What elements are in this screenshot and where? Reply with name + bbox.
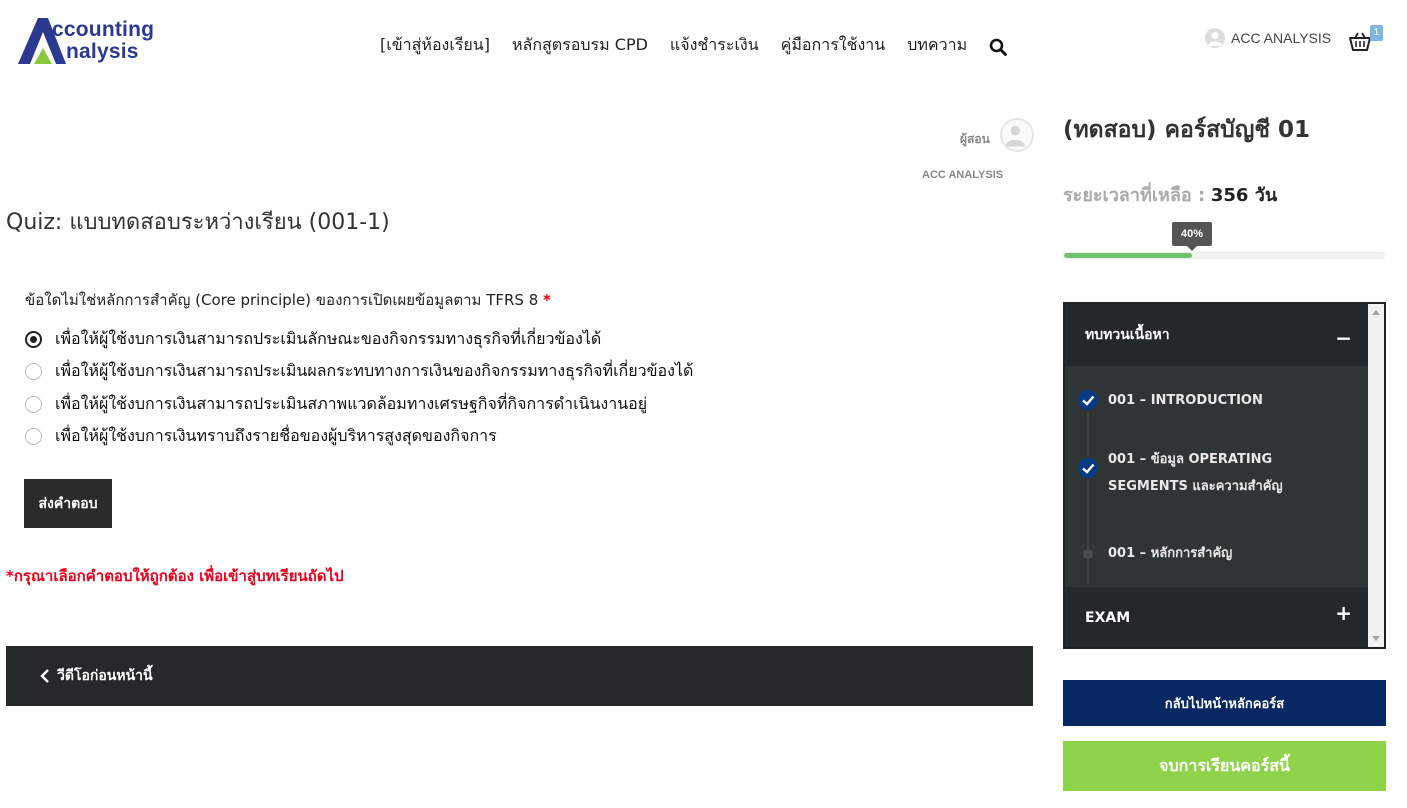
question-label: ข้อใดไม่ใช่หลักการสำคัญ (Core principle)… — [25, 291, 539, 309]
user-menu[interactable]: ACC ANALYSIS — [1205, 28, 1331, 48]
answer-option-3[interactable]: เพื่อให้ผู้ใช้งบการเงินสามารถประเมินสภาพ… — [25, 388, 693, 421]
user-avatar-icon — [1205, 28, 1225, 48]
progress-bar-fill — [1064, 253, 1192, 258]
nav-item-classroom[interactable]: [เข้าสู่ห้องเรียน] — [380, 33, 490, 58]
section-title: EXAM — [1085, 610, 1131, 626]
check-circle-icon — [1076, 388, 1100, 412]
scroll-down-icon[interactable] — [1372, 636, 1380, 641]
course-title: (ทดสอบ) คอร์สบัญชี 01 — [1063, 117, 1310, 143]
logo-text-line1: ccounting — [52, 18, 155, 41]
cart-count-badge: 1 — [1370, 25, 1383, 41]
answer-option-label: เพื่อให้ผู้ใช้งบการเงินสามารถประเมินสภาพ… — [55, 393, 648, 413]
incomplete-dot-icon — [1083, 549, 1093, 559]
user-name: ACC ANALYSIS — [1231, 30, 1332, 46]
answer-option-2[interactable]: เพื่อให้ผู้ใช้งบการเงินสามารถประเมินผลกร… — [25, 356, 693, 389]
lesson-title: 001 – หลักการสำคัญ — [1108, 546, 1233, 561]
collapse-icon[interactable]: − — [1335, 326, 1352, 350]
answer-option-label: เพื่อให้ผู้ใช้งบการเงินสามารถประเมินลักษ… — [55, 328, 602, 348]
time-remaining-value: 356 วัน — [1210, 185, 1278, 206]
outline-scrollbar[interactable] — [1368, 304, 1384, 647]
previous-video-button[interactable]: วีดีโอก่อนหน้านี้ — [6, 646, 1033, 706]
back-to-course-button[interactable]: กลับไปหน้าหลักคอร์ส — [1063, 680, 1386, 726]
expand-icon[interactable]: + — [1335, 601, 1352, 625]
instructor-label: ผู้สอน — [960, 132, 990, 146]
radio-button[interactable] — [25, 330, 42, 348]
radio-button[interactable] — [25, 428, 42, 446]
finish-course-button[interactable]: จบการเรียนคอร์สนี้ — [1063, 741, 1386, 791]
answer-options: เพื่อให้ผู้ใช้งบการเงินสามารถประเมินลักษ… — [25, 323, 693, 453]
nav-item-articles[interactable]: บทความ — [907, 33, 967, 58]
section-exam[interactable]: EXAM + — [1065, 587, 1368, 647]
answer-option-label: เพื่อให้ผู้ใช้งบการเงินสามารถประเมินผลกร… — [55, 361, 694, 381]
search-icon[interactable] — [989, 38, 1008, 56]
check-circle-icon — [1076, 456, 1100, 480]
progress-bar — [1063, 252, 1385, 259]
quiz-title: Quiz: แบบทดสอบระหว่างเรียน (001-1) — [6, 210, 390, 235]
warning-message: *กรุณาเลือกคำตอบให้ถูกต้อง เพื่อเข้าสู่บ… — [6, 567, 344, 585]
logo-text-line2: nalysis — [66, 40, 139, 63]
lesson-title: 001 – INTRODUCTION — [1108, 393, 1263, 408]
lesson-title: 001 – ข้อมูล OPERATING SEGMENTS และความส… — [1108, 452, 1283, 494]
nav-item-manual[interactable]: คู่มือการใช้งาน — [781, 33, 886, 58]
submit-answer-button[interactable]: ส่งคำตอบ — [24, 479, 112, 528]
course-outline: ทบทวนเนื้อหา − 001 – INTRODUCTION 001 – … — [1063, 302, 1386, 649]
section-review[interactable]: ทบทวนเนื้อหา − — [1065, 304, 1368, 366]
time-remaining: ระยะเวลาที่เหลือ : 356 วัน — [1063, 180, 1277, 209]
radio-button[interactable] — [25, 363, 42, 381]
main-nav: [เข้าสู่ห้องเรียน] หลักสูตรอบรม CPD แจ้ง… — [380, 33, 1008, 58]
instructor-name: ACC ANALYSIS — [922, 169, 1004, 181]
section-title: ทบทวนเนื้อหา — [1085, 327, 1170, 343]
question-text: ข้อใดไม่ใช่หลักการสำคัญ (Core principle)… — [25, 288, 551, 312]
nav-item-payment[interactable]: แจ้งชำระเงิน — [670, 33, 759, 58]
chevron-left-icon — [40, 669, 49, 683]
instructor-avatar-icon — [1000, 118, 1034, 152]
cart-icon[interactable] — [1348, 30, 1372, 54]
answer-option-label: เพื่อให้ผู้ใช้งบการเงินทราบถึงรายชื่อของ… — [55, 426, 497, 446]
brand-logo[interactable]: ccounting nalysis — [16, 14, 156, 70]
required-mark: * — [543, 291, 551, 309]
answer-option-4[interactable]: เพื่อให้ผู้ใช้งบการเงินทราบถึงรายชื่อของ… — [25, 421, 693, 454]
scroll-up-icon[interactable] — [1372, 310, 1380, 315]
radio-button[interactable] — [25, 395, 42, 413]
time-remaining-label: ระยะเวลาที่เหลือ : — [1063, 185, 1206, 206]
answer-option-1[interactable]: เพื่อให้ผู้ใช้งบการเงินสามารถประเมินลักษ… — [25, 323, 693, 356]
previous-video-label: วีดีโอก่อนหน้านี้ — [57, 668, 153, 684]
progress-tooltip: 40% — [1172, 222, 1212, 251]
nav-item-cpd-courses[interactable]: หลักสูตรอบรม CPD — [512, 33, 648, 58]
